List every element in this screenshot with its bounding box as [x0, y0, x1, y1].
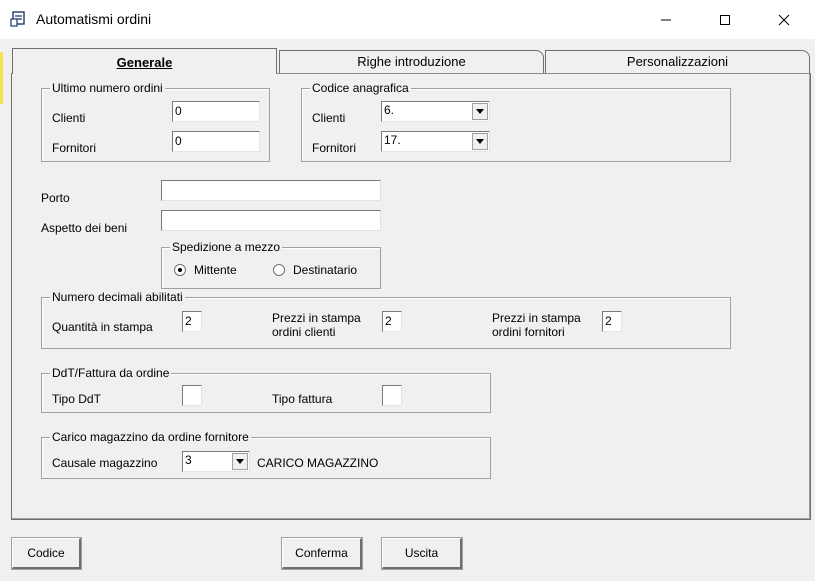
ultimo-numero-clienti-input[interactable]: 0: [172, 101, 260, 122]
tipo-fattura-input[interactable]: [382, 385, 402, 406]
tab-label: Righe introduzione: [357, 54, 466, 69]
tipo-ddt-input[interactable]: [182, 385, 202, 406]
ultimo-numero-fornitori-input[interactable]: 0: [172, 131, 260, 152]
prezzi-clienti-label: Prezzi in stampa ordini clienti: [272, 311, 361, 339]
dropdown-button[interactable]: [472, 133, 488, 150]
tab-panel-generale: Ultimo numero ordini Clienti 0 Fornitori…: [11, 73, 811, 520]
group-legend: Numero decimali abilitati: [50, 290, 185, 304]
group-legend: Codice anagrafica: [310, 81, 411, 95]
aspetto-beni-input[interactable]: [161, 210, 381, 231]
dropdown-button[interactable]: [232, 453, 248, 470]
uscita-button[interactable]: Uscita: [381, 537, 463, 570]
select-value: 17.: [384, 133, 401, 147]
group-legend: Ultimo numero ordini: [50, 81, 165, 95]
chevron-down-icon: [476, 139, 484, 144]
radio-destinatario[interactable]: [273, 264, 285, 276]
codice-button[interactable]: Codice: [11, 537, 82, 570]
close-button[interactable]: [761, 0, 807, 39]
radio-mittente[interactable]: [174, 264, 186, 276]
group-codice-anagrafica: Codice anagrafica Clienti 6. Fornitori 1…: [301, 81, 731, 162]
group-ultimo-numero-ordini: Ultimo numero ordini Clienti 0 Fornitori…: [41, 81, 270, 162]
group-legend: Carico magazzino da ordine fornitore: [50, 430, 251, 444]
button-label: Uscita: [404, 546, 439, 560]
tab-personalizzazioni[interactable]: Personalizzazioni: [545, 50, 810, 74]
group-spedizione: Spedizione a mezzo Mittente Destinatario: [161, 240, 381, 289]
label-line: Prezzi in stampa: [492, 311, 581, 325]
label-line: ordini clienti: [272, 325, 336, 339]
button-label: Codice: [27, 546, 65, 560]
group-numero-decimali: Numero decimali abilitati Quantità in st…: [41, 290, 731, 349]
fornitori-label: Fornitori: [312, 141, 357, 155]
tipo-fattura-label: Tipo fattura: [272, 392, 333, 406]
group-carico-magazzino: Carico magazzino da ordine fornitore Cau…: [41, 430, 491, 479]
minimize-button[interactable]: [643, 0, 689, 39]
prezzi-fornitori-label: Prezzi in stampa ordini fornitori: [492, 311, 581, 339]
quantita-decimali-input[interactable]: 2: [182, 311, 202, 332]
radio-mittente-label[interactable]: Mittente: [194, 263, 237, 277]
minimize-icon: [661, 19, 671, 20]
select-value: 3: [185, 453, 192, 467]
label-line: ordini fornitori: [492, 325, 565, 339]
maximize-button[interactable]: [702, 0, 748, 39]
group-legend: DdT/Fattura da ordine: [50, 366, 172, 380]
dropdown-button[interactable]: [472, 103, 488, 120]
chevron-down-icon: [236, 459, 244, 464]
maximize-icon: [720, 14, 730, 25]
group-legend: Spedizione a mezzo: [170, 240, 283, 254]
tab-righe-introduzione[interactable]: Righe introduzione: [279, 50, 544, 74]
prezzi-clienti-decimali-input[interactable]: 2: [382, 311, 402, 332]
causale-label: Causale magazzino: [52, 456, 158, 470]
causale-description: CARICO MAGAZZINO: [257, 456, 379, 470]
close-icon: [778, 14, 790, 25]
tab-generale[interactable]: Generale: [12, 48, 277, 74]
aspetto-label: Aspetto dei beni: [41, 221, 128, 235]
document-window-icon: [10, 11, 28, 27]
window-edge-decoration: [0, 52, 3, 104]
quantita-label: Quantità in stampa: [52, 320, 153, 334]
codice-fornitori-select[interactable]: 17.: [381, 131, 490, 152]
label-line: Prezzi in stampa: [272, 311, 361, 325]
tab-label: Personalizzazioni: [626, 54, 729, 69]
causale-magazzino-select[interactable]: 3: [182, 451, 250, 472]
radio-destinatario-label[interactable]: Destinatario: [293, 263, 357, 277]
porto-label: Porto: [41, 191, 70, 205]
clienti-label: Clienti: [312, 111, 346, 125]
tab-label: Generale: [116, 55, 173, 70]
select-value: 6.: [384, 103, 395, 117]
button-label: Conferma: [295, 546, 348, 560]
clienti-label: Clienti: [52, 111, 86, 125]
title-bar: Automatismi ordini: [0, 0, 815, 39]
codice-clienti-select[interactable]: 6.: [381, 101, 490, 122]
group-ddt-fattura: DdT/Fattura da ordine Tipo DdT Tipo fatt…: [41, 366, 491, 413]
porto-input[interactable]: [161, 180, 381, 201]
tipo-ddt-label: Tipo DdT: [52, 392, 101, 406]
fornitori-label: Fornitori: [52, 141, 97, 155]
prezzi-fornitori-decimali-input[interactable]: 2: [602, 311, 622, 332]
conferma-button[interactable]: Conferma: [281, 537, 363, 570]
window-title: Automatismi ordini: [36, 11, 152, 27]
chevron-down-icon: [476, 109, 484, 114]
